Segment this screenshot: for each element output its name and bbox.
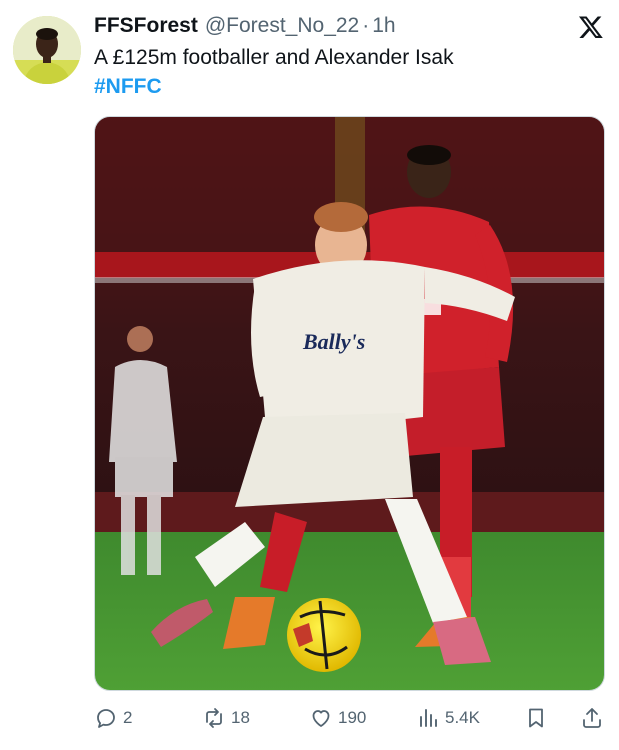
- football: [287, 598, 361, 672]
- reply-icon: [97, 709, 115, 728]
- like-button[interactable]: 190: [309, 705, 366, 731]
- separator-dot: ·: [362, 14, 370, 37]
- retweet-button[interactable]: 18: [202, 705, 250, 731]
- reply-button[interactable]: 2: [94, 705, 132, 731]
- hashtag-link[interactable]: #NFFC: [94, 73, 162, 100]
- display-name[interactable]: FFSForest: [94, 14, 198, 38]
- tweet-text: A £125m footballer and Alexander Isak: [94, 46, 454, 69]
- avatar-image: [13, 16, 81, 84]
- timestamp[interactable]: 1h: [372, 14, 395, 38]
- like-icon: [312, 710, 330, 727]
- like-count: 190: [338, 708, 367, 727]
- reply-count: 2: [123, 708, 133, 727]
- user-handle[interactable]: @Forest_No_22: [205, 14, 359, 38]
- tweet-header: FFSForest @Forest_No_22 · 1h: [94, 14, 559, 40]
- views-button[interactable]: 5.4K: [416, 705, 480, 731]
- share-button[interactable]: [580, 705, 604, 731]
- retweet-icon: [206, 708, 222, 728]
- x-logo-icon[interactable]: [578, 14, 604, 40]
- avatar[interactable]: [13, 16, 81, 84]
- views-icon: [420, 709, 437, 727]
- bookmark-button[interactable]: [524, 705, 548, 731]
- view-count: 5.4K: [445, 708, 480, 727]
- share-icon: [583, 708, 601, 728]
- retweet-count: 18: [231, 708, 250, 727]
- tweet-photo[interactable]: Bally's: [94, 116, 605, 691]
- shirt-sponsor-text: Bally's: [302, 329, 365, 354]
- action-bar: 2 18 190 5.4K: [94, 705, 605, 731]
- bookmark-icon: [529, 708, 543, 728]
